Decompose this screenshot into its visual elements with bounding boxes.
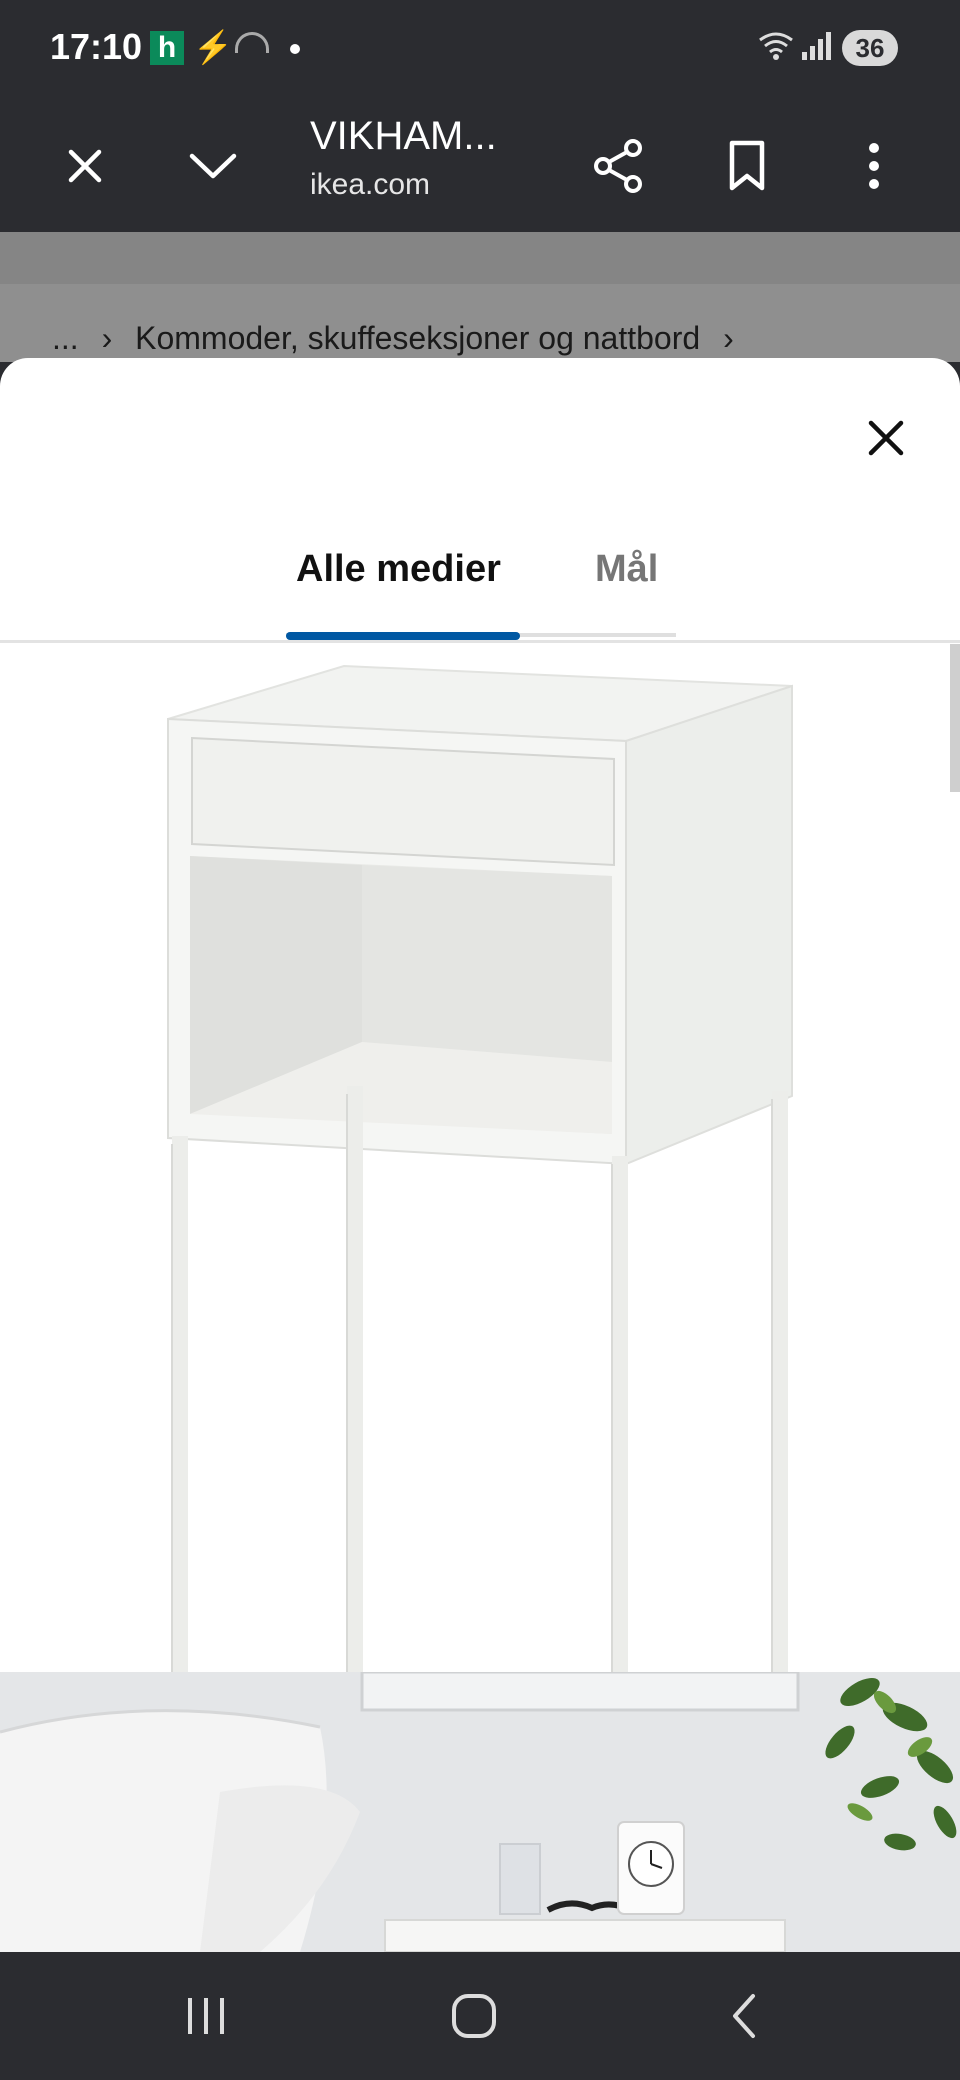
chevron-down-icon[interactable] [183, 136, 243, 196]
page-domain[interactable]: ikea.com [310, 168, 430, 202]
close-icon[interactable] [856, 408, 916, 468]
chevron-right-icon: › [101, 320, 113, 356]
page-behind-overlay: ... › Kommoder, skuffeseksjoner og nattb… [0, 232, 960, 362]
share-icon[interactable] [588, 136, 648, 196]
wifi-icon [758, 30, 794, 70]
status-bar: 17:10 h ⚡ 36 [0, 0, 960, 96]
tab-alle-medier[interactable]: Alle medier [296, 548, 501, 591]
tab-indicator [286, 632, 520, 640]
more-vert-icon[interactable] [844, 136, 904, 196]
home-icon[interactable] [434, 1982, 514, 2050]
signal-icon [800, 30, 834, 69]
divider [0, 640, 960, 643]
page-header-strip [0, 232, 960, 284]
speedometer-icon [235, 32, 269, 53]
scrollbar[interactable] [950, 644, 960, 792]
browser-toolbar: VIKHAM... ikea.com [0, 96, 960, 232]
status-time: 17:10 [50, 26, 143, 67]
bookmark-icon[interactable] [717, 136, 777, 196]
h-app-icon: h [150, 31, 184, 65]
chevron-right-icon: › [723, 320, 734, 356]
dot-icon [290, 44, 300, 54]
bolt-icon: ⚡ [193, 29, 233, 65]
back-icon[interactable] [704, 1982, 784, 2050]
recent-apps-icon[interactable] [166, 1982, 246, 2050]
system-nav-bar [0, 1952, 960, 2080]
tab-mal[interactable]: Mål [595, 548, 658, 591]
battery-icon: 36 [842, 30, 898, 66]
close-icon[interactable] [55, 136, 115, 196]
page-title[interactable]: VIKHAM... [310, 114, 497, 159]
media-sheet: Alle medier Mål [0, 358, 960, 1952]
breadcrumb-category[interactable]: Kommoder, skuffeseksjoner og nattbord [135, 320, 700, 356]
breadcrumb-ellipsis[interactable]: ... [52, 320, 79, 356]
room-scene-image[interactable] [0, 1672, 960, 1952]
breadcrumb: ... › Kommoder, skuffeseksjoner og nattb… [52, 320, 748, 357]
product-image[interactable] [0, 644, 960, 1926]
